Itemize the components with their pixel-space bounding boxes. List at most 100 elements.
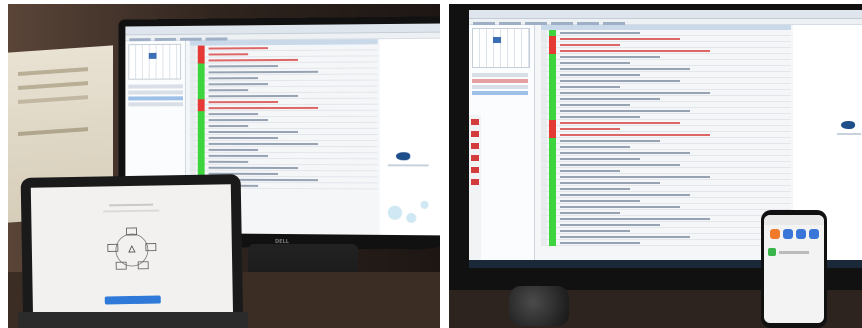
right-photo	[449, 4, 862, 328]
row-index-cell	[189, 134, 196, 140]
row-text	[560, 85, 620, 88]
row-text	[208, 160, 249, 163]
tablet-device	[20, 174, 244, 328]
nav-item	[472, 85, 528, 89]
row-text	[560, 235, 690, 238]
row-index-cell	[541, 60, 547, 65]
row-index-cell	[189, 164, 196, 170]
row-text	[560, 97, 660, 100]
tablet-title-line	[109, 203, 154, 207]
row-index-cell	[189, 99, 196, 105]
row-text	[208, 100, 279, 103]
nav-item	[472, 73, 528, 77]
row-index-cell	[189, 152, 196, 158]
phone-header	[764, 215, 824, 225]
row-index-cell	[541, 126, 547, 131]
row-index-cell	[189, 87, 196, 93]
row-text	[560, 49, 710, 52]
row-text	[208, 112, 259, 115]
row-index-cell	[541, 108, 547, 113]
nav-list	[128, 84, 184, 108]
row-index-cell	[189, 117, 196, 123]
row-index-cell	[189, 69, 196, 75]
row-index-cell	[541, 168, 547, 173]
nav-item	[128, 84, 184, 89]
row-index-cell	[189, 93, 196, 99]
row-text	[208, 76, 259, 79]
status-cell	[549, 239, 556, 246]
phone-screen	[764, 215, 824, 323]
row-index-cell	[541, 84, 547, 89]
row-index-cell	[541, 156, 547, 161]
row-text	[208, 142, 319, 145]
photo-pair: DELL	[0, 0, 862, 328]
row-text	[560, 103, 630, 106]
nav-item-selected	[472, 91, 528, 95]
row-index-cell	[189, 45, 196, 51]
row-index-cell	[541, 180, 547, 185]
grid-row	[541, 239, 791, 246]
app-icon	[808, 229, 819, 239]
row-text	[208, 166, 299, 169]
row-text	[560, 205, 680, 208]
calendar-widget	[128, 43, 182, 80]
row-index-cell	[541, 102, 547, 107]
row-index-cell	[541, 132, 547, 137]
row-index-cell	[189, 158, 196, 164]
row-text	[208, 52, 249, 56]
row-text	[560, 229, 630, 232]
schedule-grid	[541, 25, 791, 268]
row-index-cell	[541, 78, 547, 83]
calendar-selected-day	[148, 52, 157, 59]
row-text	[560, 217, 710, 220]
row-index-cell	[189, 63, 196, 69]
row-index-cell	[541, 210, 547, 215]
fish-logo-icon	[841, 121, 855, 129]
app-icon	[769, 229, 780, 239]
row-index-cell	[541, 66, 547, 71]
row-text	[560, 151, 690, 154]
app-toolbar	[469, 10, 862, 25]
network-diagram-icon	[107, 227, 157, 270]
row-text	[560, 31, 640, 34]
splash-caption	[837, 133, 861, 135]
row-index-cell	[541, 144, 547, 149]
row-text	[560, 241, 640, 244]
row-text	[208, 154, 269, 157]
row-text	[208, 130, 299, 133]
row-text	[208, 82, 269, 85]
row-text	[560, 109, 690, 112]
row-index-cell	[541, 216, 547, 221]
row-text	[208, 106, 319, 109]
left-photo: DELL	[8, 4, 440, 328]
nav-item	[128, 90, 184, 95]
row-index-cell	[541, 186, 547, 191]
row-index-cell	[189, 129, 196, 134]
row-index-cell	[541, 204, 547, 209]
row-text	[560, 181, 660, 184]
row-text	[208, 136, 279, 139]
row-index-cell	[541, 138, 547, 143]
row-text	[560, 91, 710, 94]
tablet-connect-button	[104, 295, 161, 305]
app-icon	[795, 229, 806, 239]
speaker	[509, 286, 569, 326]
row-text	[560, 115, 640, 118]
calendar-widget	[472, 28, 530, 68]
fish-logo-icon	[395, 152, 411, 161]
row-index-cell	[541, 30, 547, 35]
row-text	[560, 67, 690, 70]
row-text	[208, 58, 299, 61]
row-text	[208, 118, 269, 121]
nav-item	[128, 102, 184, 107]
row-index-cell	[189, 51, 196, 57]
row-index-cell	[541, 240, 547, 245]
phone-app-icons	[764, 225, 824, 239]
row-index-cell	[189, 123, 196, 129]
side-icon-strip	[469, 115, 481, 268]
tablet-subtitle-line	[103, 209, 160, 213]
row-text	[560, 223, 660, 226]
row-index-cell	[541, 42, 547, 47]
row-index-cell	[541, 234, 547, 239]
row-text	[560, 163, 680, 166]
